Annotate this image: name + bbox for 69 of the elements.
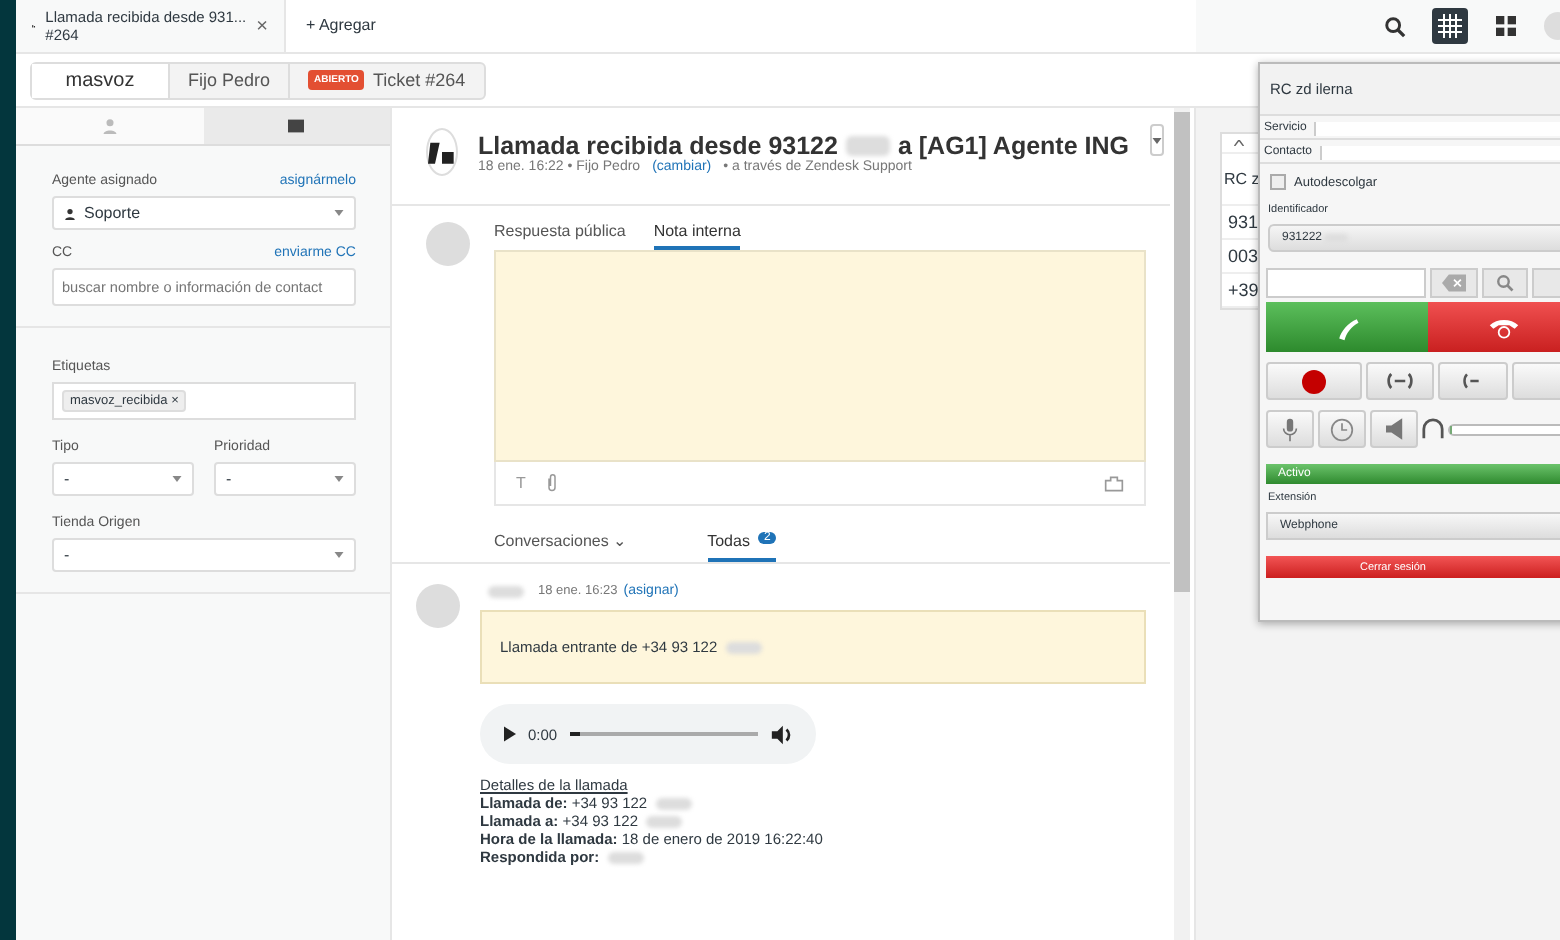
microphone-icon (1282, 417, 1298, 441)
clear-button[interactable] (1430, 268, 1478, 298)
clock-icon (1330, 417, 1354, 441)
speaker-icon (1385, 418, 1403, 440)
play-icon[interactable] (504, 726, 516, 742)
ticket-title: Llamada recibida desde 93122 (478, 131, 838, 159)
apps-icon (1496, 16, 1516, 36)
transfer-button[interactable] (1365, 362, 1435, 400)
dropdown[interactable]: - (52, 538, 356, 572)
user-icon (101, 118, 118, 134)
ticket-icon (288, 118, 305, 134)
caret-icon (334, 476, 344, 482)
app-title: RC z (1224, 170, 1260, 188)
sidebar-tab[interactable] (203, 108, 390, 144)
dropdown-button[interactable] (1149, 124, 1163, 156)
caret-icon (1151, 137, 1161, 143)
person-icon (64, 207, 76, 219)
record-icon (1301, 369, 1326, 393)
avatar (416, 584, 460, 628)
note-field[interactable] (494, 250, 1146, 462)
phone-number[interactable]: 931 (1228, 212, 1259, 232)
transfer-icon (1385, 372, 1414, 390)
select-value: Soporte (84, 204, 141, 222)
close-icon[interactable]: × (256, 15, 268, 37)
blurred-text (725, 641, 762, 653)
blurred-text (488, 585, 524, 597)
hangup-icon (1488, 314, 1520, 340)
volume-icon[interactable] (770, 723, 792, 745)
dial-field[interactable] (1266, 268, 1427, 298)
attachment-icon[interactable] (545, 474, 558, 492)
dropdown[interactable]: - (214, 462, 356, 496)
phone-icon (1333, 313, 1361, 341)
phone-number[interactable]: 003 (1228, 246, 1259, 266)
hangup-button[interactable] (1428, 302, 1560, 352)
ticket-title: a [AG1] Agente ING (897, 131, 1129, 159)
search-icon (1496, 274, 1515, 292)
dropdown[interactable]: - (52, 462, 194, 496)
mute-button[interactable] (1266, 410, 1314, 448)
record-button[interactable] (1266, 362, 1362, 400)
backspace-icon (1442, 274, 1467, 292)
grid-icon (1438, 14, 1462, 38)
caret-icon (334, 552, 344, 558)
checkbox[interactable] (1270, 174, 1286, 190)
forward-icon (1462, 372, 1483, 390)
composer-tab[interactable]: Respuesta pública (494, 222, 626, 250)
macro-icon[interactable] (1104, 473, 1124, 493)
logo-icon (426, 128, 458, 176)
avatar (426, 222, 470, 266)
assignee-select[interactable]: Soporte (52, 196, 356, 230)
caret-icon (172, 476, 182, 482)
speaker-button[interactable] (1370, 410, 1418, 448)
breadcrumb[interactable]: masvoz (32, 63, 170, 97)
conversation-tab[interactable]: Conversaciones ⌄ (494, 532, 628, 562)
blurred-text (845, 135, 890, 155)
search-button[interactable] (1481, 268, 1529, 298)
toolbar-button[interactable] (1432, 8, 1468, 44)
add-tab-button[interactable]: + Agregar (286, 0, 1196, 52)
input-field[interactable] (1314, 122, 1560, 136)
input-field[interactable] (1320, 146, 1560, 160)
forward-button[interactable] (1438, 362, 1508, 400)
caret-icon (334, 210, 344, 216)
history-button[interactable] (1318, 410, 1366, 448)
phone-number[interactable]: +39 (1228, 280, 1259, 300)
collapse-icon[interactable] (1234, 140, 1244, 146)
scrollbar[interactable] (1174, 112, 1190, 592)
breadcrumb[interactable]: Fijo Pedro (170, 63, 291, 97)
search-icon (1383, 15, 1405, 37)
breadcrumb-label: Ticket #264 (372, 70, 466, 90)
headphones-icon (1422, 418, 1444, 440)
